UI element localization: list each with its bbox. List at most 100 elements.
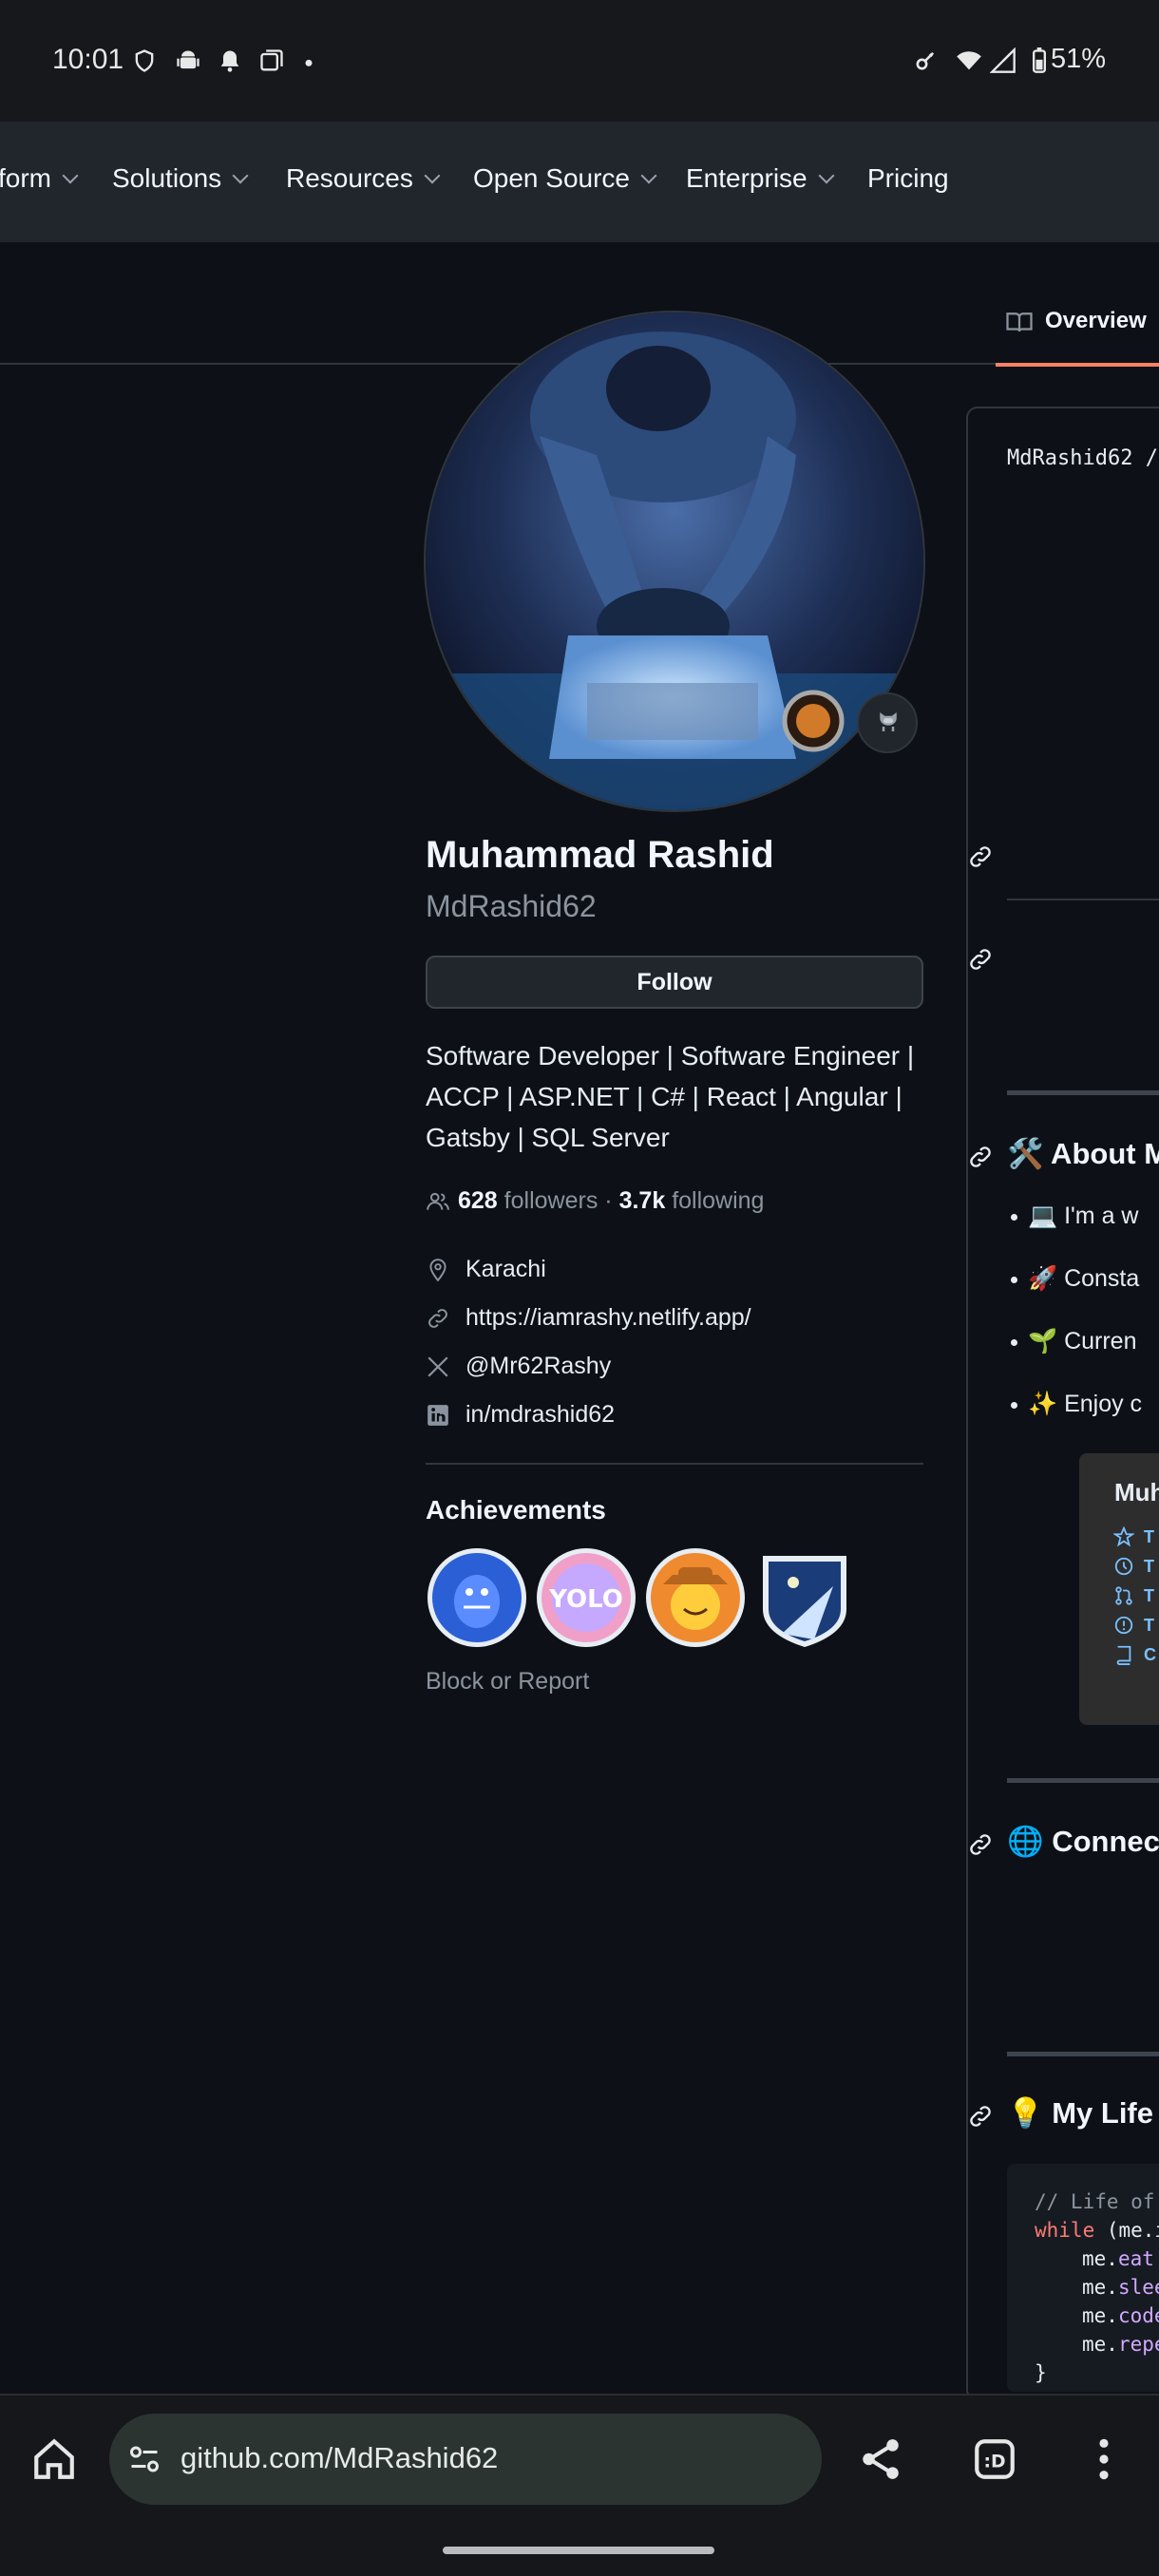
signal-icon <box>990 47 1016 73</box>
list-item: 💻 I'm a w <box>1010 1203 1139 1229</box>
divider <box>1007 1090 1159 1095</box>
book-icon <box>1006 313 1033 332</box>
pull-request-icon <box>1115 1586 1132 1605</box>
nav-enterprise[interactable]: Enterprise <box>686 163 835 194</box>
tabs-switcher-icon[interactable]: :D <box>971 2435 1018 2483</box>
nav-label: form <box>0 163 51 193</box>
cowboy-badge-icon[interactable] <box>644 1546 747 1649</box>
about-heading: 🛠️ About M <box>1007 1137 1159 1170</box>
nav-solutions[interactable]: Solutions <box>112 163 249 194</box>
share-icon[interactable] <box>857 2435 904 2483</box>
divider <box>1007 2052 1159 2056</box>
code-function: repe <box>1117 2333 1159 2356</box>
arctic-badge-icon[interactable] <box>753 1546 856 1649</box>
anchor-link-icon[interactable] <box>967 1144 994 1170</box>
followers-count[interactable]: 628 <box>458 1187 498 1214</box>
following-count[interactable]: 3.7k <box>619 1187 666 1214</box>
history-icon <box>1114 1557 1133 1576</box>
code-text: me. <box>1082 2247 1118 2270</box>
nav-platform[interactable]: form <box>0 163 79 194</box>
readme-path: MdRashid62 / R <box>1007 446 1159 470</box>
url-text[interactable]: github.com/MdRashid62 <box>180 2441 498 2475</box>
code-line: me.slee <box>1082 2276 1159 2299</box>
dot-separator: · <box>604 1187 613 1214</box>
website-link[interactable]: https://iamrashy.netlify.app/ <box>466 1304 751 1331</box>
github-stats-card[interactable]: Muh T T T T C <box>1079 1453 1159 1725</box>
nav-label: Pricing <box>867 163 949 193</box>
stats-row: T <box>1144 1557 1154 1576</box>
location-pin-icon <box>429 1259 446 1282</box>
anchor-link-icon[interactable] <box>967 2103 994 2130</box>
status-time: 10:01 <box>52 44 124 75</box>
repo-icon <box>1116 1645 1131 1665</box>
twitter-link[interactable]: @Mr62Rashy <box>466 1353 611 1379</box>
nav-label: Solutions <box>112 163 222 193</box>
followers-label[interactable]: followers <box>504 1187 598 1214</box>
dot-icon <box>305 59 313 66</box>
nav-pricing[interactable]: Pricing <box>867 163 949 194</box>
linkedin-link[interactable]: in/mdrashid62 <box>466 1401 615 1428</box>
stats-row: T <box>1144 1586 1154 1605</box>
code-function: slee <box>1117 2276 1159 2299</box>
chevron-down-icon <box>818 167 835 184</box>
list-item: ✨ Enjoy c <box>1010 1391 1143 1417</box>
nav-resources[interactable]: Resources <box>286 163 441 194</box>
octocat-icon <box>880 712 897 731</box>
tab-overview[interactable]: Overview <box>996 304 1159 367</box>
yolo-badge-icon[interactable]: YOLO <box>535 1546 637 1649</box>
shark-badge-icon[interactable] <box>426 1546 528 1649</box>
divider <box>426 1463 923 1465</box>
svg-text:YOLO: YOLO <box>548 1585 623 1614</box>
more-options-icon[interactable] <box>1087 2435 1121 2483</box>
following-label[interactable]: following <box>672 1187 764 1214</box>
wifi-icon <box>957 51 981 70</box>
list-item: 🌱 Curren <box>1011 1328 1137 1354</box>
twitter-row: @Mr62Rashy <box>426 1353 611 1380</box>
anchor-link-icon[interactable] <box>967 843 994 870</box>
code-close: } <box>1035 2361 1047 2384</box>
people-icon <box>427 1193 449 1211</box>
site-settings-icon[interactable] <box>126 2442 162 2476</box>
follow-button[interactable]: Follow <box>426 956 923 1009</box>
svg-text::D: :D <box>983 2452 1005 2472</box>
nav-label: Open Source <box>473 163 630 193</box>
block-or-report-link[interactable]: Block or Report <box>426 1668 589 1695</box>
connect-heading: 🌐 Connect <box>1007 1825 1159 1858</box>
gesture-handle[interactable] <box>443 2547 714 2554</box>
profile-username: MdRashid62 <box>426 889 597 923</box>
tab-overview-label: Overview <box>1045 308 1147 333</box>
life-heading: 💡 My Life <box>1007 2096 1154 2130</box>
code-keyword: while <box>1035 2219 1095 2242</box>
window-icon <box>260 49 283 71</box>
avatar[interactable] <box>424 311 925 812</box>
code-text: me. <box>1082 2304 1118 2327</box>
issue-icon <box>1114 1616 1133 1635</box>
github-top-nav: form Solutions Resources Open Source Ent… <box>0 122 1159 242</box>
anchor-link-icon[interactable] <box>967 946 994 973</box>
code-line: me.code <box>1082 2304 1159 2327</box>
code-line: me.repe <box>1082 2333 1159 2356</box>
android-icon <box>177 50 200 69</box>
anchor-link-icon[interactable] <box>967 1831 994 1858</box>
home-icon[interactable] <box>30 2435 78 2483</box>
avatar-illustration <box>426 313 923 810</box>
path-separator: / <box>1145 446 1158 470</box>
code-function: code <box>1117 2304 1159 2327</box>
achievements-title[interactable]: Achievements <box>426 1495 606 1525</box>
status-button[interactable] <box>857 692 918 753</box>
profile-bio: Software Developer | Software Engineer |… <box>426 1041 915 1152</box>
bell-icon <box>220 50 239 72</box>
divider <box>1007 1778 1159 1783</box>
chevron-down-icon <box>640 167 657 184</box>
stats-row: T <box>1144 1616 1154 1635</box>
list-item: 🚀 Consta <box>1010 1265 1140 1292</box>
nav-open-source[interactable]: Open Source <box>473 163 657 194</box>
chevron-down-icon <box>424 167 441 184</box>
x-twitter-icon <box>428 1356 448 1377</box>
code-comment: // Life of <box>1035 2190 1155 2213</box>
stats-row: C <box>1144 1645 1156 1664</box>
nav-label: Enterprise <box>686 163 808 193</box>
readme-owner-link[interactable]: MdRashid62 <box>1007 446 1132 470</box>
code-line: me.eat <box>1082 2247 1154 2270</box>
code-text: (me.i <box>1106 2219 1159 2242</box>
